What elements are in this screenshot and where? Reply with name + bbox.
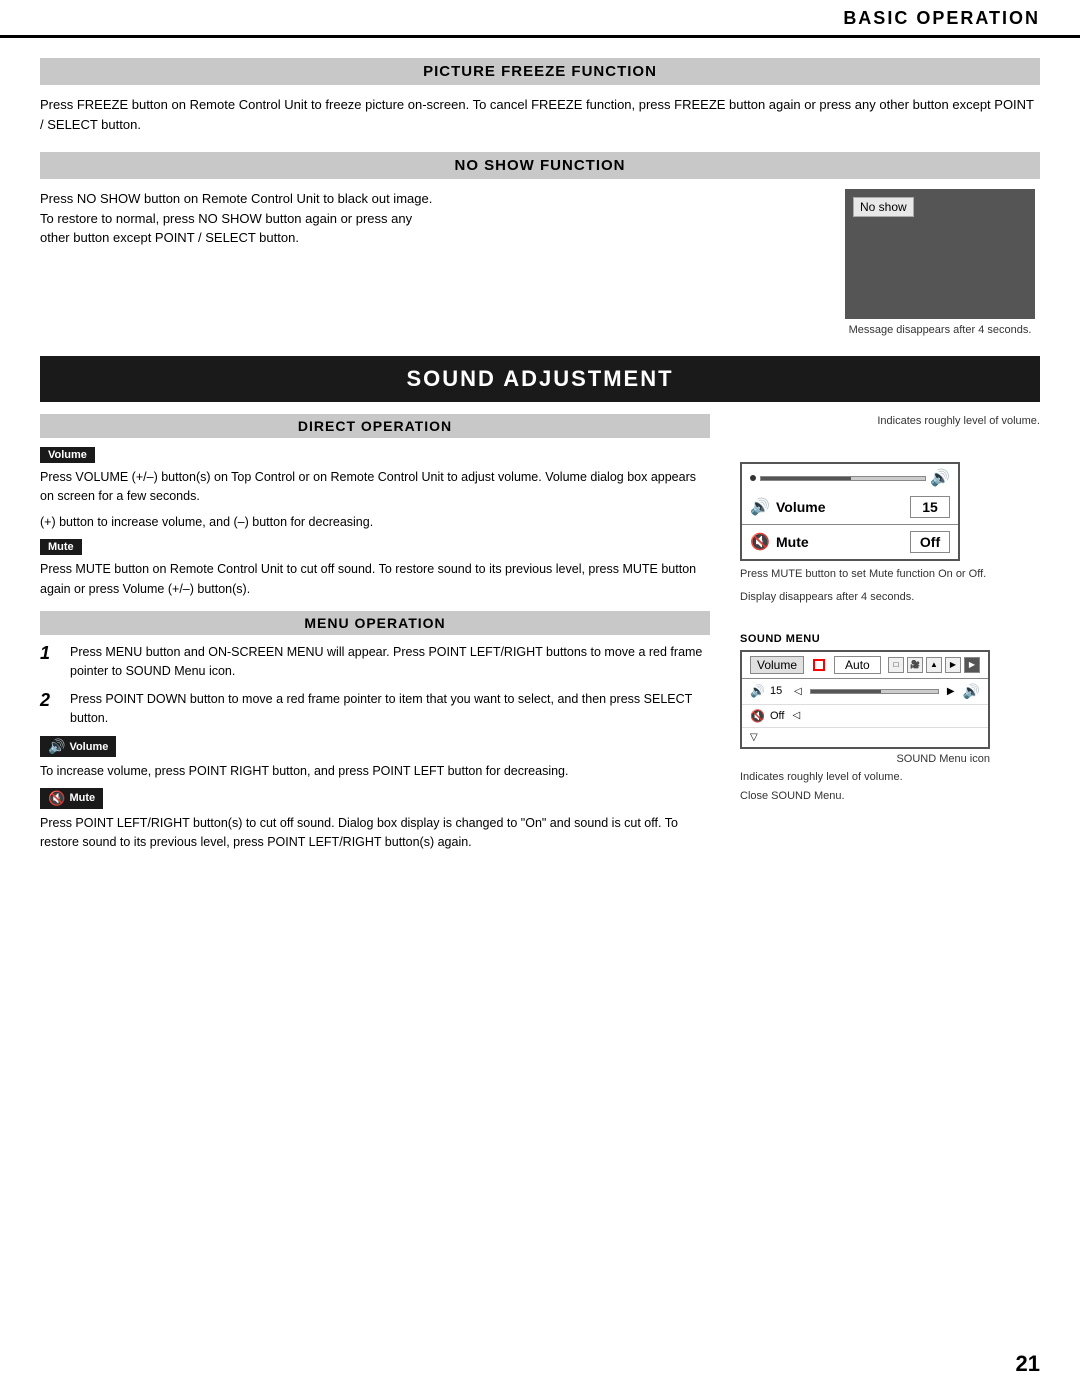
sound-menu-red-box: [813, 659, 825, 671]
sound-menu-auto: Auto: [834, 656, 881, 674]
volume-speaker-icon: 🔊: [930, 468, 950, 488]
picture-freeze-description: Press FREEZE button on Remote Control Un…: [40, 95, 1040, 134]
picture-freeze-section: PICTURE FREEZE FUNCTION Press FREEZE but…: [40, 58, 1040, 134]
sound-right: Indicates roughly level of volume. 🔊 🔊 V…: [740, 402, 1040, 859]
menu-operation-header: MENU OPERATION: [40, 611, 710, 635]
no-show-desc1: Press NO SHOW button on Remote Control U…: [40, 189, 810, 209]
sm-vol-fill: [811, 690, 881, 693]
menu-mute-subsection: 🔇 Mute Press POINT LEFT/RIGHT button(s) …: [40, 788, 710, 853]
close-sound-menu: Close SOUND Menu.: [740, 790, 1040, 802]
indicates-roughly: Indicates roughly level of volume.: [740, 770, 1040, 784]
sm-vol-track: [810, 689, 939, 694]
no-show-image-area: No show Message disappears after 4 secon…: [840, 189, 1040, 336]
no-show-caption: Message disappears after 4 seconds.: [849, 324, 1032, 336]
no-show-content: Press NO SHOW button on Remote Control U…: [40, 189, 1040, 336]
mute-row: 🔇 Mute Off: [742, 525, 958, 559]
mute-value: Off: [910, 531, 950, 553]
volume-badge: Volume: [40, 447, 95, 463]
picture-freeze-header: PICTURE FREEZE FUNCTION: [40, 58, 1040, 85]
sm-icon-4: ▶: [945, 657, 961, 673]
sound-menu-bottom-row: ▽: [742, 728, 988, 747]
press-mute-caption: Press MUTE button to set Mute function O…: [740, 567, 986, 582]
vol-dot-left: [750, 475, 756, 481]
sound-menu-icon-label: SOUND Menu icon: [740, 752, 990, 766]
sound-menu-tab: Volume: [750, 656, 804, 674]
sound-menu-volume-row: 🔊 15 ◁ ▶ 🔊: [742, 679, 988, 705]
page-header: BASIC OPERATION: [0, 0, 1080, 38]
no-show-desc2: To restore to normal, press NO SHOW butt…: [40, 209, 810, 229]
volume-value: 15: [910, 496, 950, 518]
volume-row: 🔊 Volume 15: [742, 490, 958, 525]
page-content: PICTURE FREEZE FUNCTION Press FREEZE but…: [0, 38, 1080, 899]
sm-vol-value: 15: [770, 685, 790, 697]
no-show-screen: No show: [845, 189, 1035, 319]
menu-step-1: 1 Press MENU button and ON-SCREEN MENU w…: [40, 643, 710, 682]
mute-badge: Mute: [40, 539, 82, 555]
display-disappears: Display disappears after 4 seconds.: [740, 591, 914, 603]
volume-mute-dialog: 🔊 🔊 Volume 15 🔇 Mute Off: [740, 462, 960, 561]
mute-label: Mute: [776, 534, 904, 550]
no-show-header: NO SHOW FUNCTION: [40, 152, 1040, 179]
sound-section: DIRECT OPERATION Volume Press VOLUME (+/…: [40, 402, 1040, 859]
volume-label: Volume: [776, 499, 904, 515]
volume-text2: (+) button to increase volume, and (–) b…: [40, 513, 710, 532]
menu-operation-list: 1 Press MENU button and ON-SCREEN MENU w…: [40, 643, 710, 729]
sound-menu-box: Volume Auto □ 🎥 ▲ ▶ ▶ 🔊: [740, 650, 990, 749]
sm-icon-5: ▶: [964, 657, 980, 673]
no-show-label: No show: [853, 197, 914, 217]
step-2-text: Press POINT DOWN button to move a red fr…: [70, 690, 710, 729]
indicates-wrapper: Indicates roughly level of volume.: [740, 410, 1040, 428]
menu-mute-text: Press POINT LEFT/RIGHT button(s) to cut …: [40, 814, 710, 853]
volume-text: Press VOLUME (+/–) button(s) on Top Cont…: [40, 468, 710, 507]
sm-icon-1: □: [888, 657, 904, 673]
volume-subsection: Volume Press VOLUME (+/–) button(s) on T…: [40, 446, 710, 532]
sm-mute-value: Off: [770, 710, 784, 722]
sm-arrow-left: ◁: [794, 686, 802, 697]
step-1-number: 1: [40, 643, 60, 665]
volume-slider-row: 🔊: [742, 464, 958, 490]
sound-adjustment-header: SOUND ADJUSTMENT: [40, 356, 1040, 402]
sm-down-icon: ▽: [750, 732, 758, 743]
sound-menu-label: SOUND MENU: [740, 633, 1040, 645]
volume-icon: 🔊: [48, 738, 65, 755]
page-title: BASIC OPERATION: [843, 8, 1040, 29]
sound-menu-wrapper: SOUND MENU Volume Auto □ 🎥 ▲ ▶ ▶: [740, 623, 1040, 803]
vol-speaker-icon: 🔊: [750, 497, 770, 517]
menu-volume-subsection: 🔊 Volume To increase volume, press POINT…: [40, 736, 710, 781]
mute-speaker-icon: 🔇: [750, 532, 770, 552]
sm-icon-3: ▲: [926, 657, 942, 673]
sm-arrow-right: ▶: [947, 686, 955, 697]
menu-volume-text: To increase volume, press POINT RIGHT bu…: [40, 762, 710, 781]
no-show-text: Press NO SHOW button on Remote Control U…: [40, 189, 810, 248]
mute-icon: 🔇: [48, 790, 65, 807]
menu-step-2: 2 Press POINT DOWN button to move a red …: [40, 690, 710, 729]
sound-menu-icon-symbol: 🔊: [963, 683, 980, 700]
direct-operation-header: DIRECT OPERATION: [40, 414, 710, 438]
sm-mute-arrow: ◁: [792, 710, 800, 721]
sound-left: DIRECT OPERATION Volume Press VOLUME (+/…: [40, 402, 710, 859]
sound-menu-top-bar: Volume Auto □ 🎥 ▲ ▶ ▶: [742, 652, 988, 679]
menu-mute-badge: 🔇 Mute: [40, 788, 103, 809]
step-1-text: Press MENU button and ON-SCREEN MENU wil…: [70, 643, 710, 682]
menu-volume-badge: 🔊 Volume: [40, 736, 116, 757]
vol-track: [760, 476, 926, 481]
sound-menu-icons: □ 🎥 ▲ ▶ ▶: [888, 657, 980, 673]
sound-menu-mute-row: 🔇 Off ◁: [742, 705, 988, 728]
no-show-desc3: other button except POINT / SELECT butto…: [40, 228, 810, 248]
mute-text: Press MUTE button on Remote Control Unit…: [40, 560, 710, 599]
sm-vol-icon: 🔊: [750, 684, 766, 698]
page-number: 21: [1016, 1351, 1040, 1377]
sm-mute-icon: 🔇: [750, 709, 766, 723]
step-2-number: 2: [40, 690, 60, 712]
mute-subsection: Mute Press MUTE button on Remote Control…: [40, 538, 710, 599]
indicates-level-text: Indicates roughly level of volume.: [877, 414, 1040, 428]
vol-track-fill: [761, 477, 851, 480]
no-show-section: NO SHOW FUNCTION Press NO SHOW button on…: [40, 152, 1040, 336]
sm-icon-2: 🎥: [907, 657, 923, 673]
